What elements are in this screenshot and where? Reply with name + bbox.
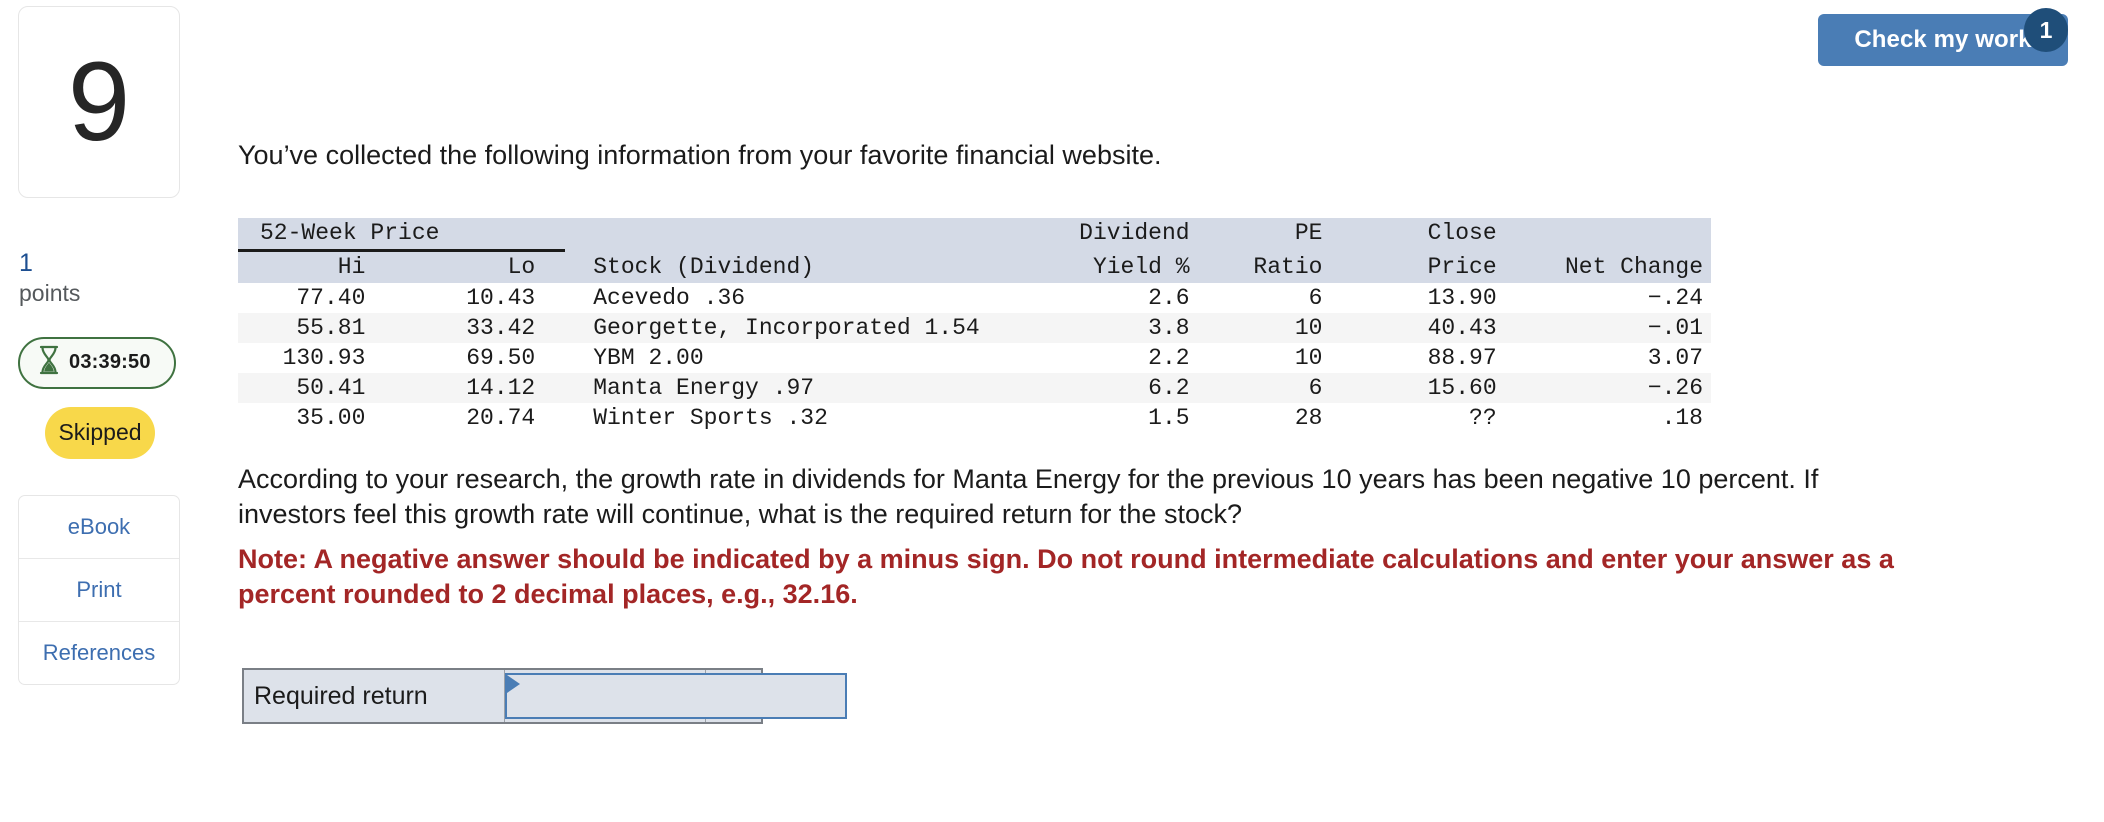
cell-yield: 2.2 — [1148, 345, 1190, 371]
table-row: 130.93 69.50 YBM 2.00 2.2 10 88.97 3.07 — [238, 343, 1711, 373]
table-row: 55.81 33.42 Georgette, Incorporated 1.54… — [238, 313, 1711, 343]
points-label: points — [19, 279, 81, 306]
table-row: 50.41 14.12 Manta Energy .97 6.2 6 15.60… — [238, 373, 1711, 403]
table-header-row-bottom: Hi Lo Stock (Dividend) Yield % Ratio Pri… — [238, 250, 1711, 283]
required-return-input[interactable] — [504, 673, 847, 719]
table-header-yield: Yield % — [1092, 254, 1190, 280]
table-header: 52-Week Price Dividend PE Close Hi Lo St… — [238, 218, 1711, 283]
cell-pe: 6 — [1308, 285, 1323, 311]
references-link-label: References — [42, 639, 156, 665]
table-header-close: Close — [1427, 220, 1497, 246]
print-link-label: Print — [76, 576, 122, 602]
table-header-netchange: Net Change — [1564, 254, 1703, 280]
points-value: 1 — [19, 249, 33, 277]
check-my-work-container: 1 Check my work — [1818, 8, 2086, 68]
print-link[interactable]: Print — [19, 559, 179, 622]
table-header-lo: Lo — [507, 254, 536, 280]
cell-lo: 20.74 — [466, 405, 536, 431]
cell-yield: 2.6 — [1148, 285, 1190, 311]
timer-value: 03:39:50 — [69, 351, 151, 374]
table-header-spacer — [565, 218, 1012, 251]
table-header-row-top: 52-Week Price Dividend PE Close — [238, 218, 1711, 252]
cell-yield: 1.5 — [1148, 405, 1190, 431]
cell-stock: Acevedo .36 — [593, 285, 746, 311]
table-header-group-52week: 52-Week Price — [238, 218, 566, 252]
cell-netchange: −.01 — [1647, 315, 1703, 341]
cell-lo: 33.42 — [466, 315, 536, 341]
cell-yield: 6.2 — [1148, 375, 1190, 401]
points-block: 1 points — [18, 249, 182, 309]
table-header-pe: PE — [1294, 220, 1323, 246]
table-header-price: Price — [1427, 254, 1497, 280]
answer-label: Required return — [244, 670, 505, 722]
ebook-link-label: eBook — [67, 513, 131, 539]
intro-text: You’ve collected the following informati… — [238, 140, 1162, 170]
cell-lo: 14.12 — [466, 375, 536, 401]
table-body: 77.40 10.43 Acevedo .36 2.6 6 13.90 −.24… — [238, 283, 1711, 433]
question-number: 9 — [67, 39, 131, 164]
answer-format-note: Note: A negative answer should be indica… — [238, 544, 1894, 609]
cell-netchange: −.26 — [1647, 375, 1703, 401]
cell-netchange: −.24 — [1647, 285, 1703, 311]
table-header-ratio: Ratio — [1253, 254, 1323, 280]
cell-close: ?? — [1469, 405, 1497, 431]
timer-badge: 03:39:50 — [18, 336, 176, 389]
cell-close: 15.60 — [1427, 375, 1497, 401]
cell-stock: Georgette, Incorporated 1.54 — [593, 315, 980, 341]
cell-hi: 77.40 — [296, 285, 366, 311]
table-header-stock: Stock (Dividend) — [593, 254, 815, 280]
answer-row: Required return % — [242, 668, 847, 724]
cell-pe: 10 — [1294, 315, 1323, 341]
cell-lo: 69.50 — [466, 345, 536, 371]
cell-lo: 10.43 — [466, 285, 536, 311]
answer-input-cell — [504, 670, 847, 722]
cell-yield: 3.8 — [1148, 315, 1190, 341]
resource-links-panel: eBook Print References — [18, 494, 180, 685]
cell-hi: 55.81 — [296, 315, 366, 341]
cell-hi: 35.00 — [296, 405, 366, 431]
check-my-work-badge: 1 — [2024, 8, 2068, 52]
cell-stock: Manta Energy .97 — [593, 375, 815, 401]
question-prompt: According to your research, the growth r… — [238, 464, 1819, 529]
table-header-hi: Hi — [337, 254, 366, 280]
cell-pe: 10 — [1294, 345, 1323, 371]
hourglass-icon — [38, 345, 60, 380]
cell-close: 40.43 — [1427, 315, 1497, 341]
cell-close: 88.97 — [1427, 345, 1497, 371]
cell-stock: Winter Sports .32 — [593, 405, 828, 431]
cell-pe: 28 — [1294, 405, 1323, 431]
cell-netchange: .18 — [1661, 405, 1703, 431]
table-header-top-blank — [1519, 218, 1711, 251]
table-row: 35.00 20.74 Winter Sports .32 1.5 28 ?? … — [238, 403, 1711, 433]
question-number-card: 9 — [18, 6, 180, 198]
stock-quote-table: 52-Week Price Dividend PE Close Hi Lo St… — [238, 218, 1711, 433]
status-badge[interactable]: Skipped — [45, 406, 155, 459]
cell-netchange: 3.07 — [1647, 345, 1703, 371]
cell-stock: YBM 2.00 — [593, 345, 704, 371]
table-row: 77.40 10.43 Acevedo .36 2.6 6 13.90 −.24 — [238, 283, 1711, 313]
check-my-work-badge-count: 1 — [2039, 16, 2053, 43]
question-sidebar: 9 1 points 03:39:50 Skipped eBook Print … — [18, 6, 182, 685]
cell-hi: 50.41 — [296, 375, 366, 401]
cell-hi: 130.93 — [282, 345, 366, 371]
table-header-dividend: Dividend — [1079, 220, 1190, 246]
references-link[interactable]: References — [19, 622, 179, 684]
cell-close: 13.90 — [1427, 285, 1497, 311]
cell-pe: 6 — [1308, 375, 1323, 401]
status-badge-label: Skipped — [58, 419, 142, 446]
ebook-link[interactable]: eBook — [19, 496, 179, 559]
